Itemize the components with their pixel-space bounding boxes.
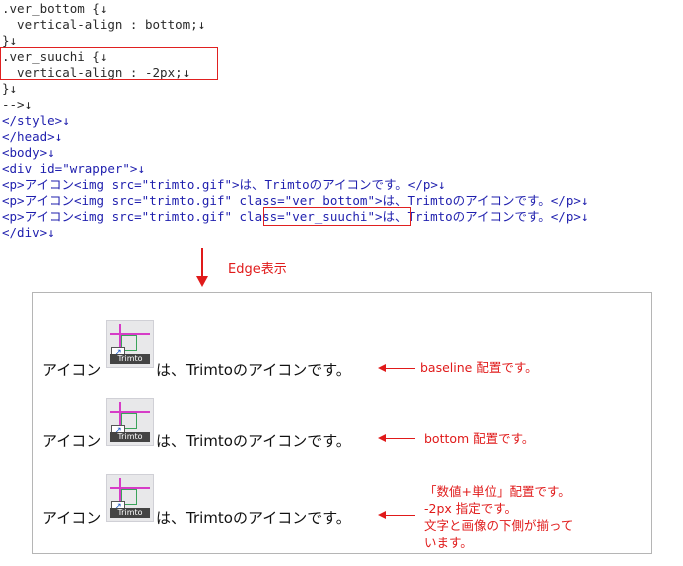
code-line-2: vertical-align : bottom;↓	[2, 17, 206, 32]
row-bottom-suffix: は、Trimtoのアイコンです。	[156, 432, 351, 450]
note-bottom: bottom 配置です。	[424, 431, 535, 446]
row-baseline-prefix: アイコン	[42, 361, 102, 379]
highlight-class-ver-suuchi	[263, 207, 411, 226]
code-line-12: <p>アイコン<img src="trimto.gif">は、Trimtoのアイ…	[2, 177, 446, 192]
highlight-ver-suuchi-rule	[0, 47, 218, 80]
note-suuchi: 「数値+単位」配置です。 -2px 指定です。 文字と画像の下側が揃って います…	[424, 484, 574, 550]
annotation-arrow-suuchi	[385, 515, 415, 516]
down-arrow-icon	[196, 276, 208, 287]
row-suuchi-prefix: アイコン	[42, 509, 102, 527]
trimto-icon: ↗ Trimto	[106, 474, 154, 522]
code-line-6: }↓	[2, 81, 18, 96]
annotation-arrow-bottom	[385, 438, 415, 439]
trimto-icon-label: Trimto	[110, 432, 150, 442]
code-line-9: </head>↓	[2, 129, 63, 144]
code-line-15: </div>↓	[2, 225, 55, 240]
row-bottom-prefix: アイコン	[42, 432, 102, 450]
code-line-8: </style>↓	[2, 113, 70, 128]
code-line-10: <body>↓	[2, 145, 55, 160]
code-line-1: .ver_bottom {↓	[2, 1, 108, 16]
annotation-arrow-baseline	[385, 368, 415, 369]
note-baseline: baseline 配置です。	[420, 360, 538, 375]
code-line-7: -->↓	[2, 97, 33, 112]
code-line-11: <div id="wrapper">↓	[2, 161, 145, 176]
edge-label: Edge表示	[228, 262, 287, 277]
trimto-icon-label: Trimto	[110, 354, 150, 364]
trimto-icon: ↗ Trimto	[106, 320, 154, 368]
trimto-icon: ↗ Trimto	[106, 398, 154, 446]
down-arrow-shaft	[201, 248, 203, 278]
row-baseline-suffix: は、Trimtoのアイコンです。	[156, 361, 351, 379]
row-suuchi-suffix: は、Trimtoのアイコンです。	[156, 509, 351, 527]
trimto-icon-label: Trimto	[110, 508, 150, 518]
